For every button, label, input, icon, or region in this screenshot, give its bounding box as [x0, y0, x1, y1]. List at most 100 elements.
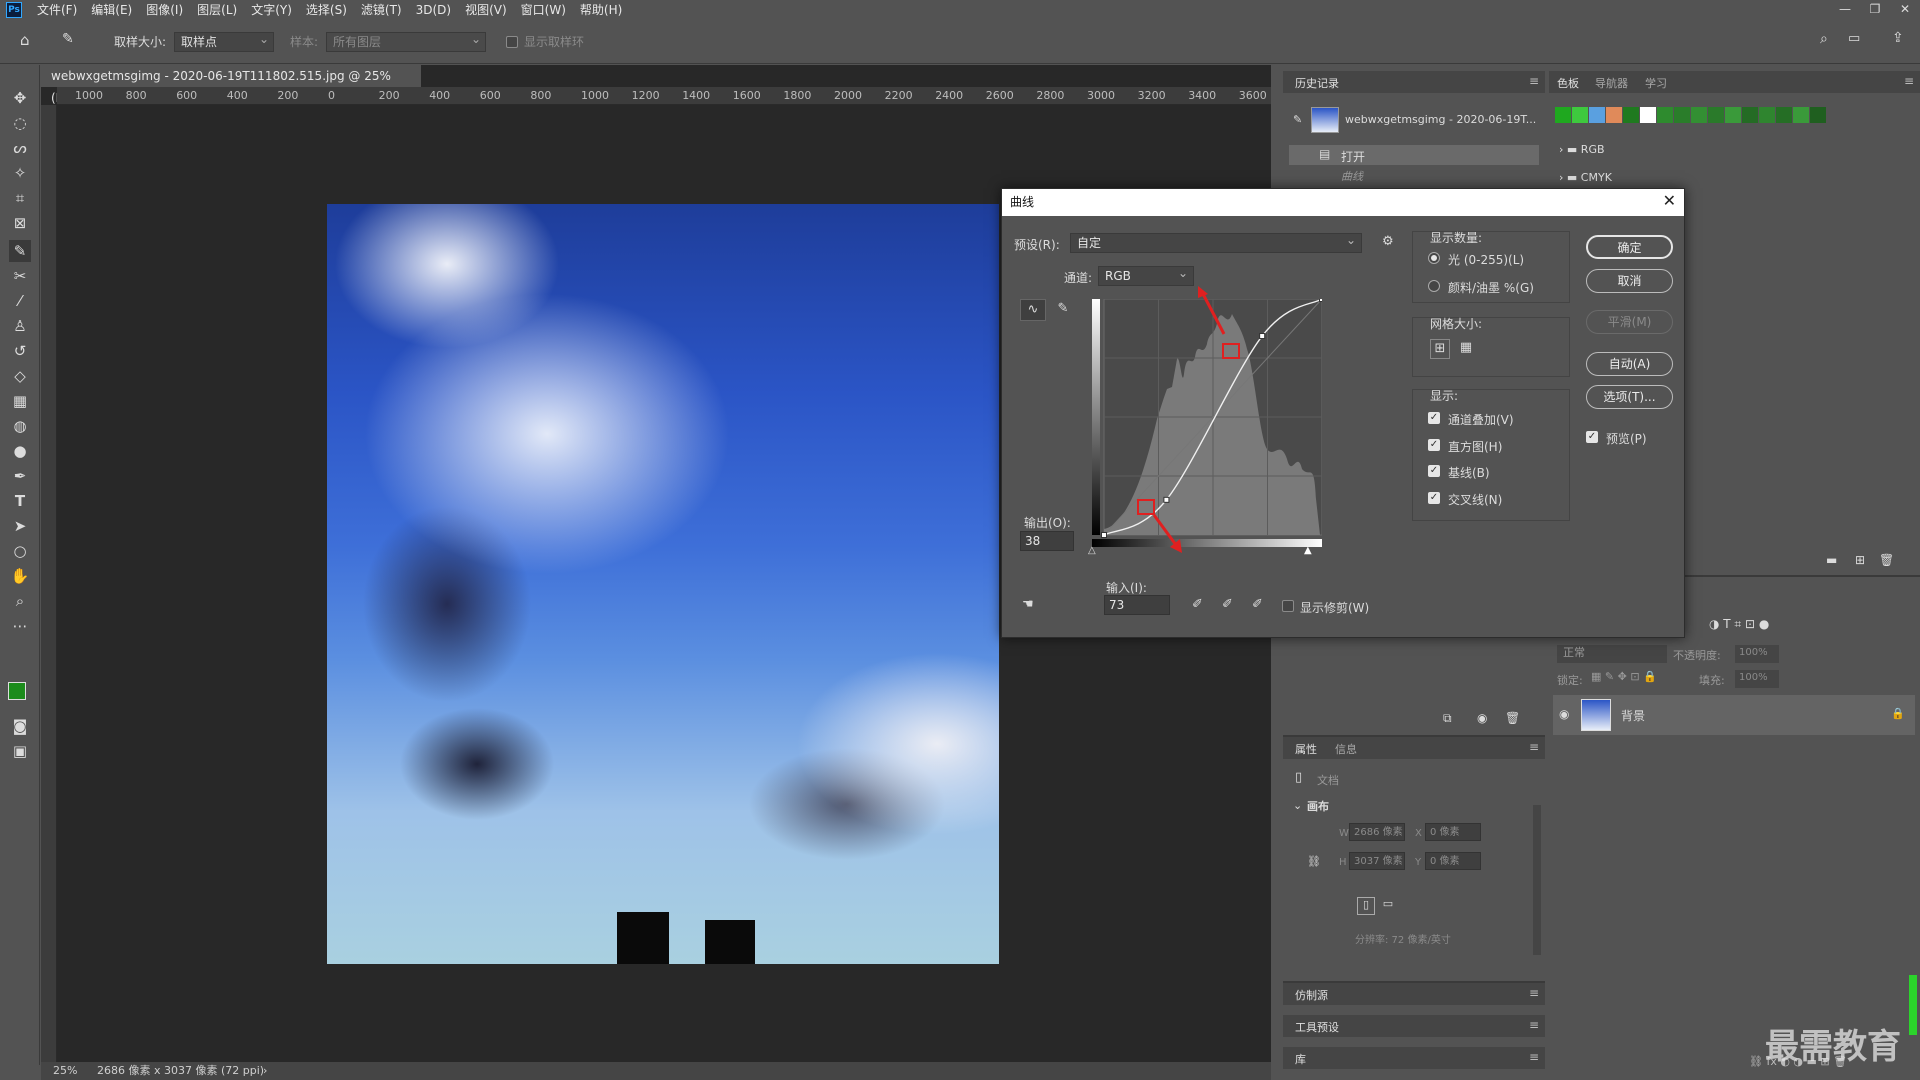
type-tool-icon[interactable]: T	[9, 490, 31, 512]
channel-overlay-checkbox[interactable]: ✓	[1428, 412, 1440, 424]
output-field[interactable]: 38	[1020, 531, 1074, 551]
color-swatch[interactable]	[1555, 107, 1571, 123]
color-swatch[interactable]	[1776, 107, 1792, 123]
menu-layer[interactable]: 图层(L)	[190, 0, 244, 20]
canvas-y-field[interactable]: 0 像素	[1425, 852, 1481, 870]
white-point-slider-icon[interactable]: ▲	[1304, 545, 1312, 556]
canvas-height-field[interactable]: 3037 像素	[1349, 852, 1405, 870]
menu-window[interactable]: 窗口(W)	[514, 0, 573, 20]
curve-control-point[interactable]	[1259, 333, 1266, 340]
tool-presets-panel[interactable]: 工具预设 ≡	[1283, 1015, 1545, 1037]
new-document-from-state-icon[interactable]: ⧉	[1443, 711, 1452, 726]
color-swatch[interactable]	[1810, 107, 1826, 123]
swatches-menu-icon[interactable]: ≡	[1904, 74, 1914, 88]
tool-presets-menu-icon[interactable]: ≡	[1529, 1018, 1539, 1032]
tool-presets-tab[interactable]: 工具预设	[1295, 1019, 1339, 1035]
channel-select[interactable]: RGB	[1098, 264, 1194, 286]
clone-stamp-icon[interactable]: ♙	[9, 315, 31, 337]
properties-tab[interactable]: 属性	[1295, 741, 1317, 757]
close-button[interactable]: ✕	[1890, 0, 1920, 18]
hand-tool-icon[interactable]: ✋	[9, 565, 31, 587]
simple-grid-icon[interactable]: ⊞	[1430, 339, 1450, 359]
history-brush-icon[interactable]: ↺	[9, 340, 31, 362]
fill-field[interactable]: 100%	[1735, 670, 1779, 688]
show-clipping-checkbox[interactable]	[1282, 600, 1294, 612]
preset-select[interactable]: 自定	[1070, 231, 1362, 253]
menu-view[interactable]: 视图(V)	[458, 0, 514, 20]
restore-button[interactable]: ❐	[1860, 0, 1890, 18]
screen-mode-icon[interactable]: ▣	[9, 740, 31, 762]
detailed-grid-icon[interactable]: ▦	[1456, 339, 1476, 359]
menu-type[interactable]: 文字(Y)	[244, 0, 299, 20]
menu-3d[interactable]: 3D(D)	[409, 0, 458, 20]
curve-control-point[interactable]	[1101, 532, 1107, 538]
home-icon[interactable]: ⌂	[20, 31, 30, 49]
light-radio[interactable]	[1428, 252, 1440, 264]
new-swatch-group-icon[interactable]: ▬	[1826, 553, 1837, 567]
quick-mask-icon[interactable]: ◙	[9, 715, 31, 737]
link-icon[interactable]: ⛓	[1307, 855, 1321, 868]
foreground-color-swatch[interactable]	[8, 682, 26, 700]
layer-row-background[interactable]: ◉ 背景 🔒	[1553, 695, 1915, 735]
color-swatch[interactable]	[1691, 107, 1707, 123]
color-swatch[interactable]	[1572, 107, 1588, 123]
opacity-field[interactable]: 100%	[1735, 645, 1779, 663]
menu-select[interactable]: 选择(S)	[299, 0, 354, 20]
blur-tool-icon[interactable]: ◍	[9, 415, 31, 437]
color-swatch[interactable]	[1708, 107, 1724, 123]
new-swatch-icon[interactable]: ⊞	[1855, 553, 1865, 567]
delete-swatch-icon[interactable]: 🗑	[1879, 553, 1894, 567]
snapshot-camera-icon[interactable]: ◉	[1477, 711, 1487, 725]
layer-filter-icons[interactable]: ◑ T ⌗ ⊡ ●	[1709, 617, 1769, 632]
zoom-level[interactable]: 25%	[53, 1062, 77, 1080]
portrait-orientation-icon[interactable]: ▯	[1357, 897, 1375, 915]
ok-button[interactable]: 确定	[1586, 235, 1673, 259]
gradient-tool-icon[interactable]: ▦	[9, 390, 31, 412]
crop-tool-icon[interactable]: ⌗	[9, 187, 31, 209]
info-tab[interactable]: 信息	[1335, 741, 1357, 757]
history-menu-icon[interactable]: ≡	[1529, 74, 1539, 88]
marquee-tool-icon[interactable]: ◌	[9, 112, 31, 134]
curve-control-point[interactable]	[1163, 496, 1170, 503]
properties-menu-icon[interactable]: ≡	[1529, 740, 1539, 754]
more-tools-icon[interactable]: ⋯	[9, 615, 31, 637]
zoom-tool-icon[interactable]: ⌕	[9, 590, 31, 612]
clone-source-menu-icon[interactable]: ≡	[1529, 986, 1539, 1000]
curve-pencil-tool-icon[interactable]: ✎	[1052, 299, 1074, 321]
menu-file[interactable]: 文件(F)	[30, 0, 84, 20]
history-snapshot[interactable]: ✎ webwxgetmsgimg - 2020-06-19T...	[1289, 105, 1539, 135]
canvas-width-field[interactable]: 2686 像素	[1349, 823, 1405, 841]
preset-gear-icon[interactable]: ⚙	[1382, 234, 1394, 249]
history-tab[interactable]: 历史记录	[1295, 75, 1339, 91]
lock-icons[interactable]: ▦ ✎ ✥ ⊡ 🔒	[1591, 670, 1657, 683]
baseline-checkbox[interactable]: ✓	[1428, 465, 1440, 477]
preview-checkbox[interactable]: ✓	[1586, 431, 1598, 443]
white-eyedropper-icon[interactable]: ✐	[1252, 597, 1263, 612]
eyedropper-icon[interactable]: ✎	[62, 31, 74, 47]
search-icon[interactable]: ⌕	[1820, 31, 1828, 47]
color-swatch[interactable]	[1725, 107, 1741, 123]
color-swatch[interactable]	[1657, 107, 1673, 123]
histogram-checkbox[interactable]: ✓	[1428, 439, 1440, 451]
cancel-button[interactable]: 取消	[1586, 269, 1673, 293]
path-selection-icon[interactable]: ➤	[9, 515, 31, 537]
target-adjust-hand-icon[interactable]: ☚	[1022, 597, 1034, 612]
frame-tool-icon[interactable]: ⊠	[9, 212, 31, 234]
pen-tool-icon[interactable]: ✒	[9, 465, 31, 487]
libraries-menu-icon[interactable]: ≡	[1529, 1050, 1539, 1064]
lasso-tool-icon[interactable]: ᔕ	[9, 137, 31, 159]
curve-point-tool-icon[interactable]: ∿	[1020, 299, 1046, 321]
color-swatch[interactable]	[1589, 107, 1605, 123]
workspace-icon[interactable]: ▭	[1848, 31, 1860, 46]
color-swatch[interactable]	[1759, 107, 1775, 123]
canvas-x-field[interactable]: 0 像素	[1425, 823, 1481, 841]
intersection-line-checkbox[interactable]: ✓	[1428, 492, 1440, 504]
black-point-slider-icon[interactable]: △	[1088, 545, 1096, 556]
pigment-radio[interactable]	[1428, 280, 1440, 292]
libraries-tab[interactable]: 库	[1295, 1051, 1306, 1067]
menu-image[interactable]: 图像(I)	[139, 0, 190, 20]
clone-source-panel[interactable]: 仿制源 ≡	[1283, 983, 1545, 1005]
ellipse-tool-icon[interactable]: ○	[9, 540, 31, 562]
menu-help[interactable]: 帮助(H)	[573, 0, 629, 20]
show-ring-checkbox[interactable]	[506, 36, 518, 48]
